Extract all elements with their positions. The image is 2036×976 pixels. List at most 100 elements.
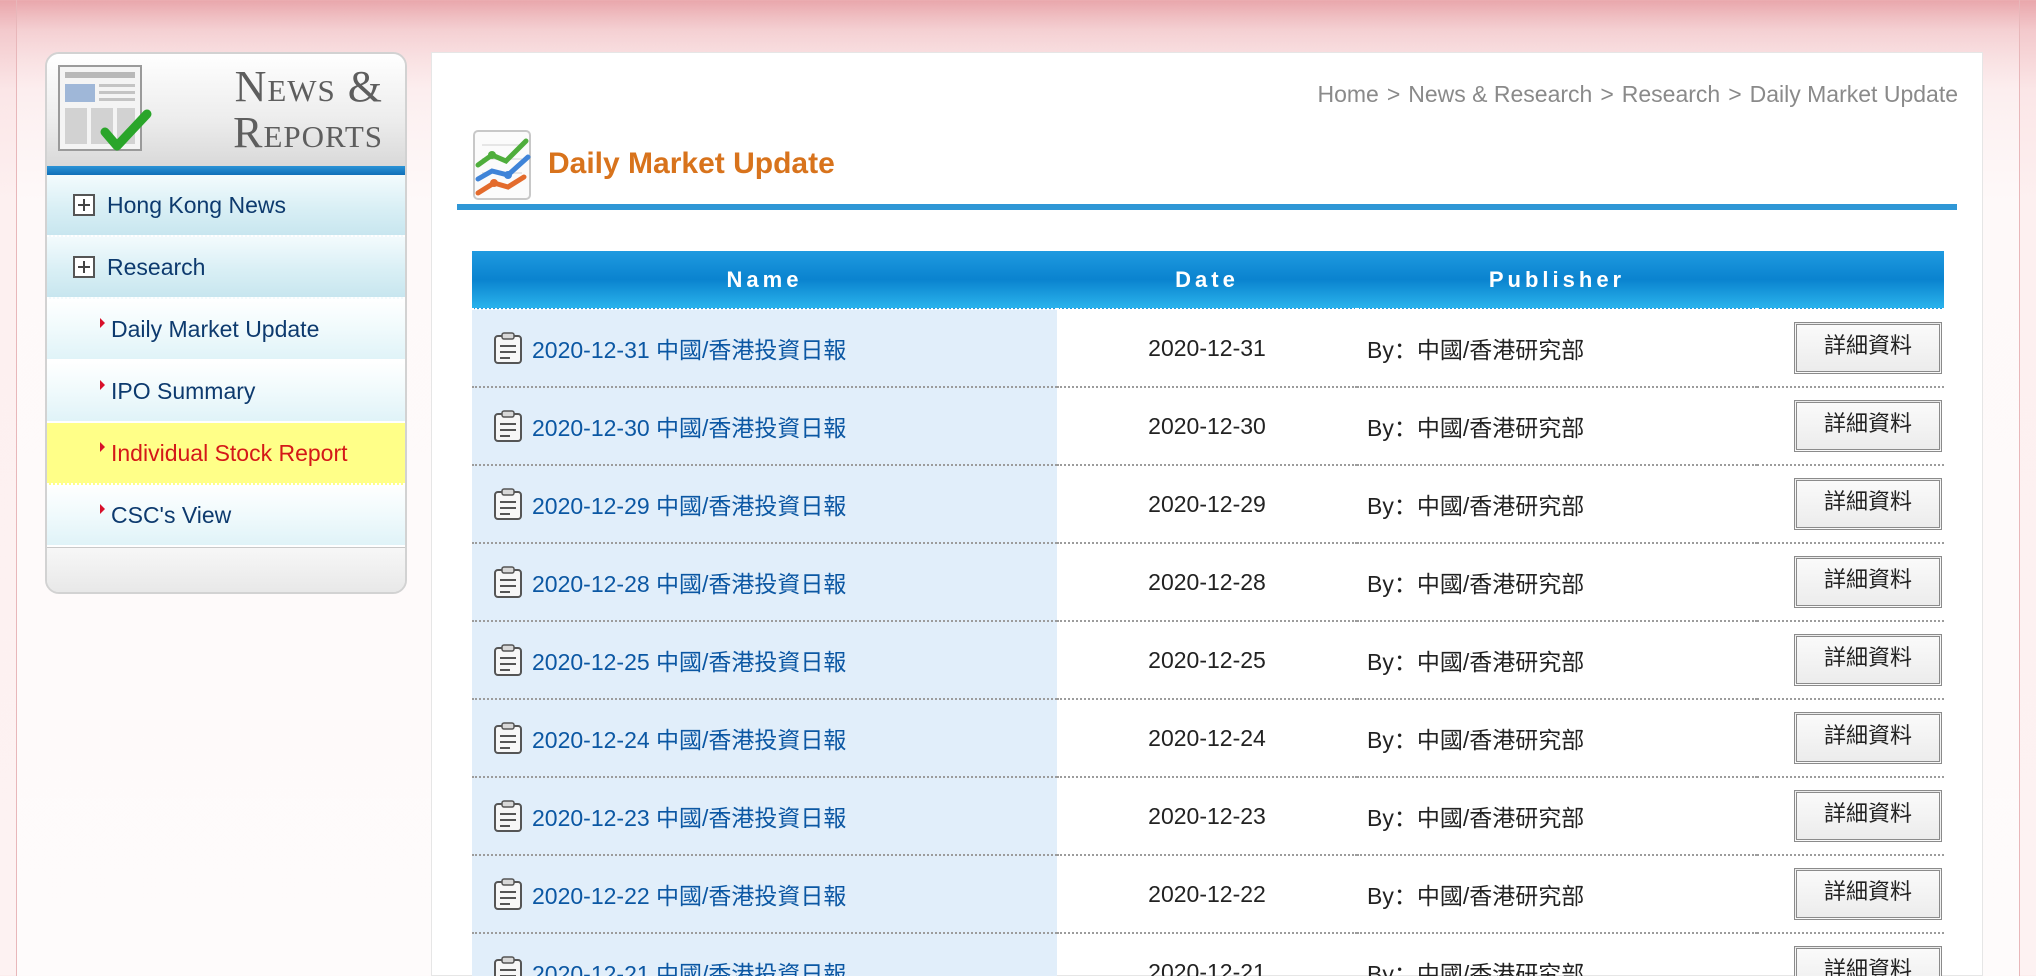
report-name[interactable]: 2020-12-23 中國/香港投資日報 <box>532 805 846 831</box>
report-name[interactable]: 2020-12-28 中國/香港投資日報 <box>532 571 846 597</box>
detail-button[interactable]: 詳細資料 <box>1794 790 1942 842</box>
report-date: 2020-12-31 <box>1057 309 1357 388</box>
report-name-link[interactable]: 2020-12-22 中國/香港投資日報 <box>472 855 1057 934</box>
table-row: 2020-12-25 中國/香港投資日報 2020-12-25 By：中國/香港研究… <box>472 621 1944 700</box>
sidebar-subitem-individual-stock-report[interactable]: Individual Stock Report <box>47 423 405 485</box>
document-icon <box>492 955 524 976</box>
detail-button[interactable]: 詳細資料 <box>1794 400 1942 452</box>
breadcrumb-separator: > <box>1386 81 1401 107</box>
document-icon <box>492 565 524 599</box>
table-row: 2020-12-21 中國/香港投資日報 2020-12-21 By：中國/香港研究… <box>472 933 1944 976</box>
detail-button[interactable]: 詳細資料 <box>1794 946 1942 976</box>
table-row: 2020-12-30 中國/香港投資日報 2020-12-30 By：中國/香港研究… <box>472 387 1944 466</box>
report-name-link[interactable]: 2020-12-28 中國/香港投資日報 <box>472 543 1057 622</box>
sidebar-item-label: Research <box>107 253 206 280</box>
detail-button[interactable]: 詳細資料 <box>1794 634 1942 686</box>
detail-button[interactable]: 詳細資料 <box>1794 556 1942 608</box>
breadcrumb-separator: > <box>1600 81 1614 107</box>
column-header-date: Date <box>1057 251 1357 310</box>
sidebar-title: News & Reports <box>233 64 383 156</box>
report-publisher: By：中國/香港研究部 <box>1357 309 1757 388</box>
table-row: 2020-12-31 中國/香港投資日報 2020-12-31 By：中國/香港研究… <box>472 309 1944 388</box>
report-name-link[interactable]: 2020-12-23 中國/香港投資日報 <box>472 777 1057 856</box>
detail-button[interactable]: 詳細資料 <box>1794 868 1942 920</box>
report-name-link[interactable]: 2020-12-24 中國/香港投資日報 <box>472 699 1057 778</box>
main-content: Home > News & Research > Research > Daily Mark… <box>431 52 1983 976</box>
title-row: Daily Market Update <box>468 127 1958 215</box>
page-title: Daily Market Update <box>548 147 835 180</box>
report-name-link[interactable]: 2020-12-29 中國/香港投資日報 <box>472 465 1057 544</box>
report-name-link[interactable]: 2020-12-31 中國/香港投資日報 <box>472 309 1057 388</box>
sidebar-subitem-label: IPO Summary <box>111 377 256 404</box>
detail-button-cell: 詳細資料 <box>1757 621 1944 700</box>
sidebar-title-line2: Reports <box>233 108 383 157</box>
breadcrumb-news-research[interactable]: News & Research <box>1408 81 1592 107</box>
report-publisher: By：中國/香港研究部 <box>1357 933 1757 976</box>
arrow-right-icon <box>100 380 105 390</box>
report-publisher: By：中國/香港研究部 <box>1357 699 1757 778</box>
report-date: 2020-12-25 <box>1057 621 1357 700</box>
report-name[interactable]: 2020-12-22 中國/香港投資日報 <box>532 883 846 909</box>
report-name-link[interactable]: 2020-12-21 中國/香港投資日報 <box>472 933 1057 976</box>
sidebar-subitem-label: Individual Stock Report <box>111 439 348 466</box>
expand-plus-icon[interactable] <box>73 256 95 278</box>
sidebar-subitem-daily-market-update[interactable]: Daily Market Update <box>47 299 405 361</box>
breadcrumb: Home > News & Research > Research > Daily Mark… <box>1317 81 1958 108</box>
document-icon <box>492 877 524 911</box>
report-publisher: By：中國/香港研究部 <box>1357 387 1757 466</box>
table-body: 2020-12-31 中國/香港投資日報 2020-12-31 By：中國/香港研究… <box>472 309 1944 976</box>
table-header-row: Name Date Publisher <box>472 251 1944 310</box>
breadcrumb-home[interactable]: Home <box>1317 81 1378 107</box>
column-header-action <box>1757 251 1944 310</box>
detail-button-cell: 詳細資料 <box>1757 309 1944 388</box>
sidebar-footer <box>47 547 405 592</box>
document-icon <box>492 331 524 365</box>
breadcrumb-current: Daily Market Update <box>1749 81 1958 107</box>
detail-button-cell: 詳細資料 <box>1757 933 1944 976</box>
chart-report-icon <box>473 130 531 200</box>
detail-button[interactable]: 詳細資料 <box>1794 322 1942 374</box>
breadcrumb-research[interactable]: Research <box>1622 81 1720 107</box>
arrow-right-icon <box>100 318 105 328</box>
detail-button-cell: 詳細資料 <box>1757 777 1944 856</box>
report-name[interactable]: 2020-12-24 中國/香港投資日報 <box>532 727 846 753</box>
detail-button[interactable]: 詳細資料 <box>1794 712 1942 764</box>
report-name-link[interactable]: 2020-12-30 中國/香港投資日報 <box>472 387 1057 466</box>
sidebar-subitem-label: Daily Market Update <box>111 315 320 342</box>
report-date: 2020-12-24 <box>1057 699 1357 778</box>
sidebar-item-research[interactable]: Research <box>47 237 405 299</box>
report-name[interactable]: 2020-12-21 中國/香港投資日報 <box>532 961 846 976</box>
document-icon <box>492 409 524 443</box>
document-icon <box>492 487 524 521</box>
column-header-publisher: Publisher <box>1357 251 1757 310</box>
report-date: 2020-12-22 <box>1057 855 1357 934</box>
sidebar-subitem-label: CSC's View <box>111 501 232 528</box>
detail-button[interactable]: 詳細資料 <box>1794 478 1942 530</box>
table-row: 2020-12-28 中國/香港投資日報 2020-12-28 By：中國/香港研究… <box>472 543 1944 622</box>
report-publisher: By：中國/香港研究部 <box>1357 543 1757 622</box>
table-row: 2020-12-23 中國/香港投資日報 2020-12-23 By：中國/香港研究… <box>472 777 1944 856</box>
sidebar-item-hong-kong-news[interactable]: Hong Kong News <box>47 175 405 237</box>
report-publisher: By：中國/香港研究部 <box>1357 855 1757 934</box>
report-name[interactable]: 2020-12-30 中國/香港投資日報 <box>532 415 846 441</box>
document-icon <box>492 643 524 677</box>
report-name[interactable]: 2020-12-31 中國/香港投資日報 <box>532 337 846 363</box>
report-date: 2020-12-28 <box>1057 543 1357 622</box>
sidebar-subitem-cscs-view[interactable]: CSC's View <box>47 485 405 547</box>
detail-button-cell: 詳細資料 <box>1757 543 1944 622</box>
detail-button-cell: 詳細資料 <box>1757 855 1944 934</box>
document-icon <box>492 799 524 833</box>
sidebar: News & Reports Hong Kong News Research D… <box>45 52 407 594</box>
detail-button-cell: 詳細資料 <box>1757 699 1944 778</box>
report-name-link[interactable]: 2020-12-25 中國/香港投資日報 <box>472 621 1057 700</box>
sidebar-subitem-ipo-summary[interactable]: IPO Summary <box>47 361 405 423</box>
report-name[interactable]: 2020-12-25 中國/香港投資日報 <box>532 649 846 675</box>
detail-button-cell: 詳細資料 <box>1757 387 1944 466</box>
report-publisher: By：中國/香港研究部 <box>1357 465 1757 544</box>
report-name[interactable]: 2020-12-29 中國/香港投資日報 <box>532 493 846 519</box>
expand-plus-icon[interactable] <box>73 194 95 216</box>
table-row: 2020-12-24 中國/香港投資日報 2020-12-24 By：中國/香港研究… <box>472 699 1944 778</box>
report-date: 2020-12-21 <box>1057 933 1357 976</box>
detail-button-cell: 詳細資料 <box>1757 465 1944 544</box>
sidebar-menu: Hong Kong News Research Daily Market Upd… <box>47 175 405 547</box>
